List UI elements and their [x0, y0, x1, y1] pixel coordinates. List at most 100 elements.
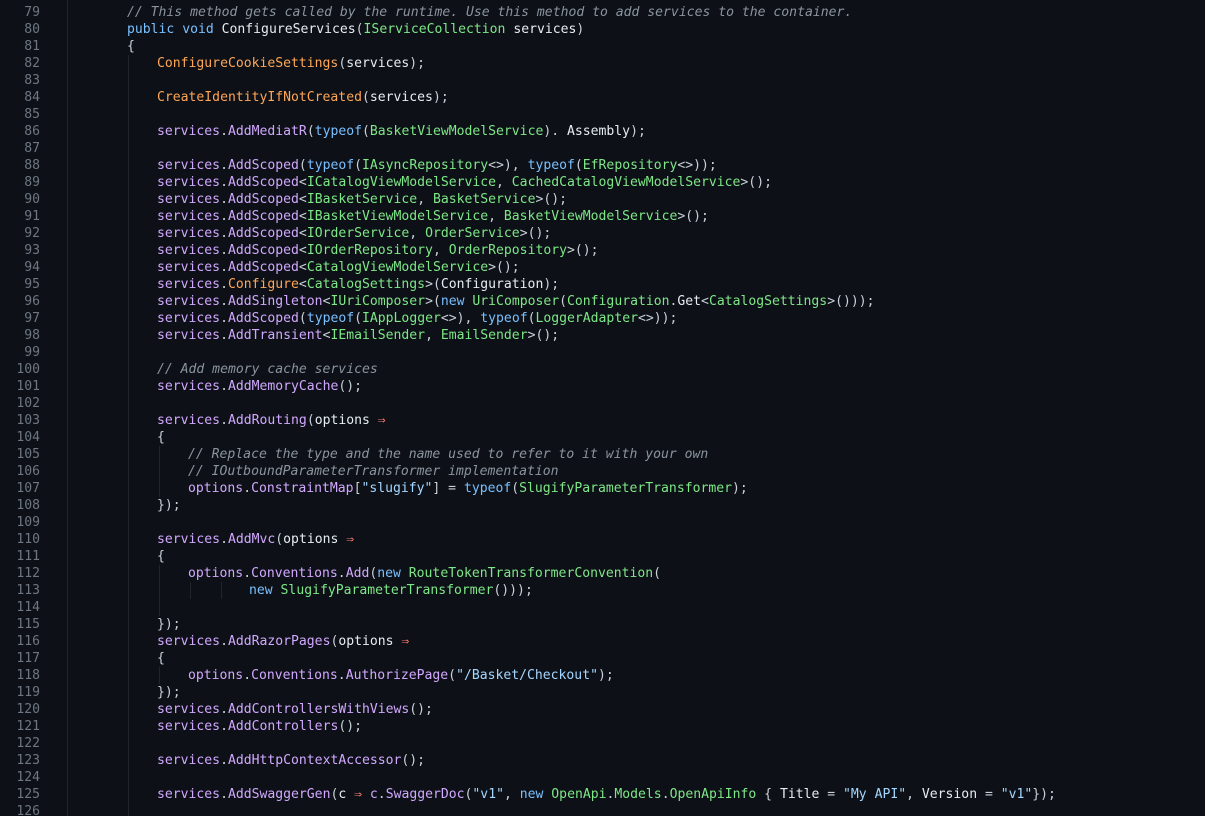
code-line[interactable]: options.Conventions.AuthorizePage("/Bask… [188, 667, 614, 684]
code-token: . [220, 294, 228, 309]
code-token: services [157, 175, 221, 190]
code-token: "slugify" [361, 481, 433, 496]
code-token: AddMediatR [227, 124, 307, 139]
code-token: IOrderRepository [306, 243, 433, 258]
code-line[interactable]: services.AddScoped<ICatalogViewModelServ… [157, 174, 772, 191]
code-token: ). [543, 124, 567, 139]
code-line[interactable]: options.Conventions.Add(new RouteTokenTr… [188, 565, 661, 582]
code-line[interactable]: services.AddScoped<CatalogViewModelServi… [157, 259, 520, 276]
code-token: services [157, 277, 221, 292]
code-token: Get [677, 294, 702, 309]
code-token: ( [511, 481, 520, 496]
code-line[interactable]: // This method gets called by the runtim… [127, 4, 852, 21]
code-line[interactable]: services.AddTransient<IEmailSender, Emai… [157, 327, 559, 344]
code-line[interactable]: // IOutboundParameterTransformer impleme… [188, 463, 559, 480]
code-token: "My API" [843, 787, 907, 802]
code-token: ( [448, 668, 457, 683]
code-token: services [157, 192, 221, 207]
code-token: ( [362, 124, 370, 139]
code-token: IOrderService [306, 226, 410, 241]
code-token: IUriComposer [330, 294, 426, 309]
code-line[interactable]: services.AddScoped(typeof(IAsyncReposito… [157, 157, 717, 174]
code-token: ); [732, 481, 748, 496]
line-number: 96 [24, 294, 40, 309]
code-token: ⇒ [377, 413, 386, 428]
code-token: , [432, 243, 449, 258]
code-line[interactable]: services.AddHttpContextAccessor(); [157, 752, 425, 769]
code-token: typeof [527, 158, 575, 173]
code-line[interactable]: services.AddRazorPages(options ⇒ [157, 633, 409, 650]
line-number: 95 [24, 277, 40, 292]
code-line[interactable]: CreateIdentityIfNotCreated(services); [157, 89, 449, 106]
code-token: AddSwaggerGen [227, 787, 331, 802]
code-token: SlugifyParameterTransformer [280, 583, 494, 598]
code-token: . [243, 668, 252, 683]
code-line[interactable]: { [157, 650, 165, 667]
code-line[interactable]: services.AddScoped<IOrderService, OrderS… [157, 225, 551, 242]
code-token: services [157, 260, 221, 275]
code-line[interactable]: services.AddSwaggerGen(c ⇒ c.SwaggerDoc(… [157, 786, 1056, 803]
code-line[interactable]: services.AddScoped<IBasketViewModelServi… [157, 208, 709, 225]
code-line[interactable]: { [157, 429, 165, 446]
code-token: Configuration [567, 294, 670, 309]
code-line[interactable]: services.AddScoped<IOrderRepository, Ord… [157, 242, 599, 259]
line-number: 110 [16, 532, 40, 547]
code-token: ( [355, 22, 364, 37]
code-token: ) [576, 22, 585, 37]
code-token: "/Basket/Checkout" [456, 668, 598, 683]
code-line[interactable]: }); [157, 497, 181, 514]
code-line[interactable]: services.AddMemoryCache(); [157, 378, 362, 395]
code-line[interactable]: services.AddControllers(); [157, 718, 362, 735]
code-token: . [220, 532, 228, 547]
code-token: IBasketViewModelService [306, 209, 489, 224]
code-token: ); [432, 90, 449, 105]
code-line[interactable]: // Replace the type and the name used to… [188, 446, 708, 463]
code-token: . [243, 566, 252, 581]
code-token: AddScoped [227, 260, 299, 275]
code-line[interactable]: services.AddMvc(options ⇒ [157, 531, 354, 548]
code-line[interactable]: public void ConfigureServices(IServiceCo… [127, 21, 584, 38]
code-line[interactable]: services.Configure<CatalogSettings>(Conf… [157, 276, 559, 293]
code-token: , [488, 209, 504, 224]
code-line[interactable]: }); [157, 684, 181, 701]
code-token: options [188, 668, 244, 683]
code-token: CreateIdentityIfNotCreated [157, 90, 362, 105]
code-token: < [298, 192, 307, 207]
code-line[interactable]: services.AddSingleton<IUriComposer>(new … [157, 293, 875, 310]
code-token: < [298, 260, 307, 275]
code-editor[interactable]: 79 80 81 82 83 84 85 86 87 88 89 90 91 92 93 94 95 96 97 98… [0, 0, 1205, 816]
code-token: services [157, 124, 221, 139]
code-line[interactable]: services.AddMediatR(typeof(BasketViewMod… [157, 123, 646, 140]
line-number: 93 [24, 243, 40, 258]
code-token: AddScoped [227, 226, 299, 241]
code-line[interactable]: }); [157, 616, 181, 633]
code-token: >(); [566, 243, 599, 258]
code-line[interactable]: services.AddControllersWithViews(); [157, 701, 433, 718]
code-token: services [157, 209, 221, 224]
code-token: OrderService [425, 226, 520, 241]
code-line[interactable]: services.AddScoped<IBasketService, Baske… [157, 191, 567, 208]
code-line[interactable]: new SlugifyParameterTransformer())); [249, 582, 533, 599]
code-line[interactable]: { [157, 548, 165, 565]
line-number: 120 [16, 702, 40, 717]
code-line[interactable]: // Add memory cache services [157, 361, 378, 378]
code-token: services [157, 311, 221, 326]
line-number: 114 [16, 600, 40, 615]
code-token: , [496, 175, 512, 190]
code-token: . [337, 668, 346, 683]
code-line[interactable]: services.AddScoped(typeof(IAppLogger<>),… [157, 310, 677, 327]
code-token: AddScoped [227, 192, 299, 207]
line-number: 86 [24, 124, 40, 139]
code-token: services [513, 22, 577, 37]
code-line[interactable]: options.ConstraintMap["slugify"] = typeo… [188, 480, 748, 497]
code-token: ); [409, 56, 426, 71]
code-line[interactable]: { [127, 38, 135, 55]
code-line[interactable]: ConfigureCookieSettings(services); [157, 55, 425, 72]
code-token: c [369, 787, 378, 802]
code-line[interactable]: services.AddRouting(options ⇒ [157, 412, 386, 429]
code-token: <>)); [637, 311, 678, 326]
